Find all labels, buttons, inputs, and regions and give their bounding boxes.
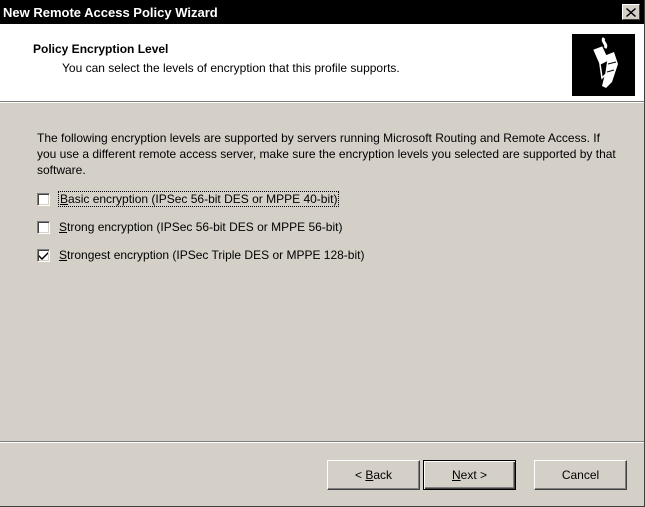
cancel-button[interactable]: Cancel [534, 460, 627, 490]
back-label: ack [373, 468, 393, 482]
back-button[interactable]: < Back [327, 460, 420, 490]
strongest-mnemonic: S [59, 248, 68, 262]
footer-divider [0, 441, 644, 443]
basic-encryption-label: Basic encryption (IPSec 56-bit DES or MP… [57, 191, 340, 207]
page-subtitle: You can select the levels of encryption … [62, 61, 400, 75]
strongest-encryption-checkbox[interactable] [37, 248, 50, 262]
strong-encryption-option[interactable]: Strong encryption (IPSec 56-bit DES or M… [37, 220, 342, 234]
close-icon [626, 7, 636, 17]
wizard-logo [572, 34, 635, 96]
basic-mnemonic: B [60, 192, 69, 206]
page-title: Policy Encryption Level [33, 42, 169, 56]
close-button[interactable] [622, 4, 640, 20]
title-bar[interactable]: New Remote Access Policy Wizard [0, 0, 644, 24]
strong-label-text: trong encryption (IPSec 56-bit DES or MP… [67, 220, 343, 234]
wizard-window: New Remote Access Policy Wizard Policy E… [0, 0, 645, 507]
basic-label-text: asic encryption (IPSec 56-bit DES or MPP… [68, 192, 338, 206]
wizard-header: Policy Encryption Level You can select t… [0, 24, 644, 102]
next-button[interactable]: Next > [423, 460, 516, 490]
description-text: The following encryption levels are supp… [37, 131, 616, 177]
strongest-encryption-label: Strongest encryption (IPSec Triple DES o… [59, 248, 364, 262]
strong-encryption-checkbox[interactable] [37, 220, 50, 234]
next-mnemonic: N [451, 468, 461, 482]
back-prefix: < [354, 468, 366, 482]
strongest-encryption-option[interactable]: Strongest encryption (IPSec Triple DES o… [37, 248, 364, 262]
next-label: ext > [460, 468, 488, 482]
basic-encryption-option[interactable]: Basic encryption (IPSec 56-bit DES or MP… [37, 191, 340, 207]
checkmark-icon [39, 251, 48, 260]
strongest-label-text: trongest encryption (IPSec Triple DES or… [67, 248, 365, 262]
connection-plug-icon [572, 34, 635, 96]
strong-mnemonic: S [59, 220, 68, 234]
strong-encryption-label: Strong encryption (IPSec 56-bit DES or M… [59, 220, 342, 234]
basic-encryption-checkbox[interactable] [37, 192, 50, 206]
wizard-content: The following encryption levels are supp… [0, 103, 644, 441]
back-mnemonic: B [365, 468, 374, 482]
window-title: New Remote Access Policy Wizard [3, 4, 218, 20]
